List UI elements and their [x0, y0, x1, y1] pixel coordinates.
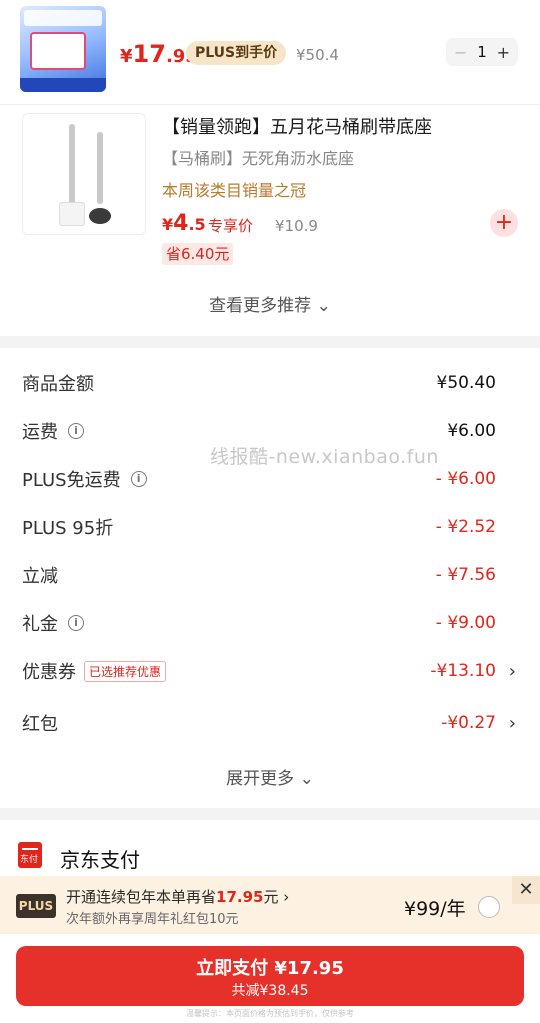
row-value: ¥6.00 [447, 421, 496, 441]
close-icon[interactable]: ✕ [512, 876, 540, 904]
pay-icon-text: 东付 [20, 855, 39, 865]
footer-note: 温馨提示：本页面价格为预估到手价，仅供参考 [186, 1009, 354, 1018]
brush-head [89, 208, 111, 224]
chevron-right-icon[interactable]: › [509, 713, 516, 734]
recommend-title[interactable]: 【销量领跑】五月花马桶刷带底座 [162, 113, 432, 139]
brush-handle-left [69, 124, 75, 204]
chevron-right-icon[interactable]: › [509, 661, 516, 682]
quantity-stepper: − 1 + [446, 38, 518, 66]
payment-method-label[interactable]: 京东支付 [60, 844, 140, 873]
coupon-selected-badge: 已选推荐优惠 [84, 660, 167, 682]
recommend-thumbnail[interactable] [22, 113, 146, 235]
cart-item-card: ¥17.95 PLUS到手价 ¥50.4 − 1 + [0, 0, 540, 104]
view-more-recommendations[interactable]: 查看更多推荐 ⌄ [0, 291, 540, 316]
plus-price-badge: PLUS到手价 [186, 41, 287, 65]
row-value: ¥50.40 [436, 373, 496, 393]
plus-offer-subtext: 次年额外再享周年礼红包10元 [66, 912, 239, 927]
row-label: PLUS免运费 [22, 470, 121, 491]
price-integer: 4 [173, 211, 189, 236]
summary-row-coupon[interactable]: 优惠券 已选推荐优惠 -¥13.10 › [22, 656, 518, 686]
brush-handle-right [97, 132, 103, 204]
recommend-subtitle: 【马桶刷】无死角沥水底座 [162, 149, 355, 168]
exclusive-price-tag: 专享价 [208, 217, 254, 235]
summary-row-plus-discount: PLUS 95折 - ¥2.52 [22, 512, 518, 542]
increase-button[interactable]: + [497, 43, 510, 62]
summary-row-plus-free-shipping: PLUS免运费 i - ¥6.00 [22, 464, 518, 494]
recommend-original-price: ¥10.9 [275, 217, 318, 235]
info-icon[interactable]: i [130, 471, 147, 487]
row-value: - ¥9.00 [435, 613, 496, 633]
savings-badge: 省6.40元 [162, 243, 234, 265]
row-value: -¥0.27 [441, 713, 496, 733]
total-savings-label: 共减¥38.45 [231, 983, 309, 999]
price-decimal: .5 [188, 215, 206, 234]
plus-offer-amount: 17.95 [216, 888, 264, 906]
quantity-value[interactable]: 1 [477, 43, 487, 61]
decrease-button[interactable]: − [454, 43, 467, 62]
currency-symbol: ¥ [162, 215, 174, 234]
original-price: ¥50.4 [296, 46, 339, 64]
currency-symbol: ¥ [120, 46, 133, 67]
plus-offer-suffix: 元 › [263, 888, 290, 906]
row-label: 优惠券 [22, 662, 76, 683]
thumbnail-banner [24, 10, 102, 26]
row-label: 运费 [22, 422, 58, 443]
info-icon[interactable]: i [68, 423, 84, 439]
summary-row-gift-money: 礼金 i - ¥9.00 [22, 608, 518, 638]
recommend-rank: 本周该类目销量之冠 [162, 181, 307, 200]
summary-row-goods: 商品金额 ¥50.40 [22, 368, 518, 398]
pay-now-label: 立即支付 ¥17.95 [196, 958, 344, 979]
summary-row-shipping: 运费 i ¥6.00 [22, 416, 518, 446]
plus-select-radio[interactable] [478, 896, 500, 918]
row-label: 立减 [22, 566, 58, 587]
brush-base [59, 202, 85, 226]
info-icon[interactable]: i [68, 615, 84, 631]
summary-row-red-packet[interactable]: 红包 -¥0.27 › [22, 708, 518, 738]
plus-membership-banner[interactable]: PLUS 开通连续包年本单再省17.95元 › 次年额外再享周年礼红包10元 ¥… [0, 876, 540, 934]
row-label: 礼金 [22, 614, 58, 635]
recommend-price: ¥4.5 [162, 211, 206, 236]
product-thumbnail[interactable] [20, 6, 106, 92]
row-value: - ¥7.56 [435, 565, 496, 585]
plus-logo: PLUS [16, 894, 56, 918]
thumbnail-footer-bar [20, 78, 106, 92]
recommendation-card: 【销量领跑】五月花马桶刷带底座 【马桶刷】无死角沥水底座 本周该类目销量之冠 ¥… [0, 104, 540, 336]
row-value: - ¥2.52 [435, 517, 496, 537]
thumbnail-package [30, 32, 86, 70]
plus-offer-prefix: 开通连续包年本单再省 [66, 888, 217, 906]
row-label: PLUS 95折 [22, 518, 114, 539]
summary-row-instant-discount: 立减 - ¥7.56 [22, 560, 518, 590]
order-summary: 线报酷-new.xianbao.fun 商品金额 ¥50.40 运费 i ¥6.… [0, 348, 540, 808]
jd-pay-icon: 东付 [18, 842, 42, 868]
plus-offer-text[interactable]: 开通连续包年本单再省17.95元 › [66, 886, 289, 907]
row-label: 商品金额 [22, 374, 94, 395]
expand-more-button[interactable]: 展开更多 ⌄ [0, 764, 540, 789]
pay-now-button[interactable]: 立即支付 ¥17.95 共减¥38.45 [16, 946, 524, 1006]
row-label: 红包 [22, 714, 58, 735]
plus-annual-price: ¥99/年 [404, 898, 466, 920]
row-value: -¥13.10 [430, 661, 496, 681]
price-integer: 17 [132, 40, 166, 68]
add-to-cart-button[interactable]: + [490, 209, 518, 237]
row-value: - ¥6.00 [435, 469, 496, 489]
